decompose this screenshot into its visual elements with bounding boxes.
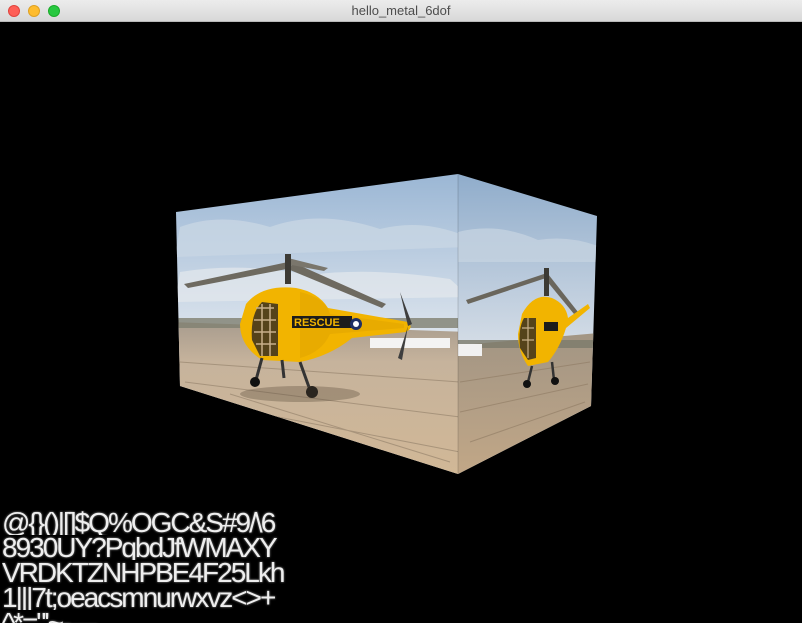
font-atlas-line: ^*="'~-— bbox=[2, 610, 432, 623]
font-atlas-text: @{}()|[]$Q%OGC&S#9/\6 8930UY?PqbdJfWMAXY… bbox=[2, 510, 432, 623]
font-atlas-line: @{}()|[]$Q%OGC&S#9/\6 bbox=[2, 510, 276, 535]
font-atlas-line: 1|||7t;oeacsmnurwxvz<>+ bbox=[2, 585, 276, 610]
font-atlas-line: VRDKTZNHPBE4F25Lkh bbox=[2, 560, 285, 585]
title-bar[interactable]: hello_metal_6dof bbox=[0, 0, 802, 22]
window-title: hello_metal_6dof bbox=[351, 3, 451, 18]
svg-text:RESCUE: RESCUE bbox=[294, 317, 340, 329]
cube-right-face bbox=[458, 174, 597, 474]
metal-viewport[interactable]: RESCUE @{}()|[]$Q%OGC&S#9/\6 8930UY?Pqbd… bbox=[0, 22, 802, 623]
font-atlas-line: 8930UY?PqbdJfWMAXY bbox=[2, 535, 278, 560]
cube-front-face: RESCUE bbox=[176, 174, 458, 474]
app-window: hello_metal_6dof RESCUE @{}()|[]$Q%OGC&S… bbox=[0, 0, 802, 623]
